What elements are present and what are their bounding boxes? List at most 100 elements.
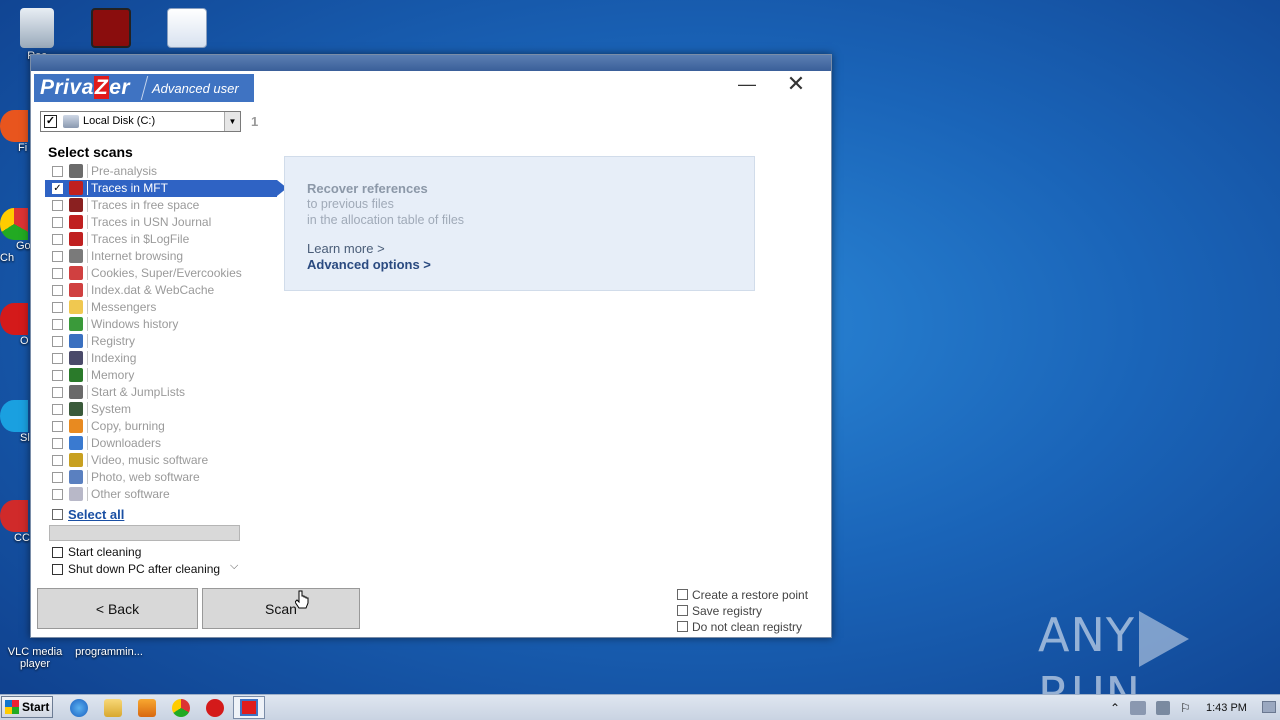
start-button[interactable]: Start: [1, 696, 53, 718]
scan-divider: [87, 334, 88, 348]
internet-explorer-icon[interactable]: [70, 699, 88, 717]
scan-checkbox[interactable]: [52, 217, 63, 228]
shutdown-checkbox[interactable]: [52, 564, 63, 575]
skype-shortcut-icon[interactable]: Sl: [0, 400, 30, 444]
scan-item[interactable]: Index.dat & WebCache: [45, 282, 277, 299]
restore-point-checkbox[interactable]: [677, 589, 688, 600]
scan-checkbox[interactable]: ✓: [52, 183, 63, 194]
scan-checkbox[interactable]: [52, 455, 63, 466]
scan-checkbox[interactable]: [52, 370, 63, 381]
scan-item[interactable]: Indexing: [45, 350, 277, 367]
scan-item[interactable]: ✓ Traces in MFT: [45, 180, 287, 197]
start-label: Start: [22, 700, 50, 714]
scan-checkbox[interactable]: [52, 489, 63, 500]
scan-checkbox[interactable]: [52, 472, 63, 483]
start-cleaning-checkbox[interactable]: [52, 547, 63, 558]
chevron-down-icon[interactable]: ⌵: [230, 560, 238, 573]
drive-checkbox[interactable]: ✓: [44, 115, 57, 128]
no-clean-registry-checkbox[interactable]: [677, 621, 688, 632]
show-hidden-icons-icon[interactable]: ⌃: [1110, 701, 1120, 715]
privazer-taskbar-button[interactable]: [233, 696, 265, 719]
scan-item[interactable]: Registry: [45, 333, 277, 350]
drive-select[interactable]: ✓ Local Disk (C:) ▼: [40, 111, 241, 132]
chevron-down-icon[interactable]: ▼: [224, 112, 240, 131]
scan-item[interactable]: Other software: [45, 486, 277, 503]
select-all-checkbox[interactable]: [52, 509, 63, 520]
scan-item[interactable]: Traces in free space: [45, 197, 277, 214]
scan-label: Copy, burning: [91, 419, 165, 433]
scan-label: Pre-analysis: [91, 164, 158, 178]
taskbar: Start ⌃ ⚐ 1:43 PM: [0, 694, 1280, 720]
scan-checkbox[interactable]: [52, 353, 63, 364]
scan-checkbox[interactable]: [52, 387, 63, 398]
scan-item[interactable]: Copy, burning: [45, 418, 277, 435]
back-button[interactable]: < Back: [37, 588, 198, 629]
save-registry-checkbox[interactable]: [677, 605, 688, 616]
scan-item[interactable]: Messengers: [45, 299, 277, 316]
scan-checkbox[interactable]: [52, 285, 63, 296]
scan-checkbox[interactable]: [52, 421, 63, 432]
scan-checkbox[interactable]: [52, 166, 63, 177]
word-document-icon[interactable]: [152, 8, 222, 50]
logo-part-2: er: [109, 76, 131, 99]
chrome-shortcut-icon[interactable]: Go Ch: [0, 208, 31, 264]
app-brand-banner: PrivaZer Advanced user: [34, 74, 254, 102]
scan-checkbox[interactable]: [52, 336, 63, 347]
chrome-icon[interactable]: [172, 699, 190, 717]
privazer-window: PrivaZer Advanced user — ✕ ✓ Local Disk …: [30, 54, 832, 638]
opera-shortcut-icon[interactable]: O: [0, 303, 30, 347]
scan-item[interactable]: Video, music software: [45, 452, 277, 469]
start-cleaning-label: Start cleaning: [68, 545, 142, 559]
network-icon[interactable]: [1130, 701, 1146, 715]
scan-button[interactable]: Scan: [202, 588, 360, 629]
logfile-icon: [69, 232, 83, 246]
flame-icon: [69, 419, 83, 433]
taskbar-clock[interactable]: 1:43 PM: [1206, 702, 1247, 714]
scan-item[interactable]: Cookies, Super/Evercookies: [45, 265, 277, 282]
scan-checkbox[interactable]: [52, 234, 63, 245]
media-player-icon[interactable]: [138, 699, 156, 717]
show-desktop-button[interactable]: [1262, 701, 1276, 713]
ccleaner-shortcut-icon[interactable]: CC: [0, 500, 30, 544]
scan-item[interactable]: Windows history: [45, 316, 277, 333]
scan-checkbox[interactable]: [52, 268, 63, 279]
edge-label-1: Fi: [18, 142, 28, 154]
scan-item[interactable]: System: [45, 401, 277, 418]
scan-item[interactable]: Photo, web software: [45, 469, 277, 486]
play-logo-icon: [1138, 610, 1189, 667]
file-explorer-icon[interactable]: [104, 699, 122, 717]
clock-icon: [69, 317, 83, 331]
scan-divider: [87, 487, 88, 501]
firefox-shortcut-icon[interactable]: Fi: [0, 110, 30, 154]
edge-label-5: CC: [14, 532, 30, 544]
window-titlebar[interactable]: [31, 55, 831, 71]
scan-item[interactable]: Traces in $LogFile: [45, 231, 277, 248]
scan-item[interactable]: Pre-analysis: [45, 163, 277, 180]
scan-checkbox[interactable]: [52, 319, 63, 330]
learn-more-link[interactable]: Learn more >: [307, 241, 385, 256]
close-button[interactable]: ✕: [776, 73, 816, 95]
scan-checkbox[interactable]: [52, 251, 63, 262]
user-mode-label[interactable]: Advanced user: [152, 81, 239, 96]
scan-item[interactable]: Downloaders: [45, 435, 277, 452]
action-center-flag-icon[interactable]: ⚐: [1180, 701, 1191, 715]
advanced-options-link[interactable]: Advanced options >: [307, 257, 431, 272]
scan-item[interactable]: Start & JumpLists: [45, 384, 277, 401]
scan-divider: [87, 317, 88, 331]
minimize-button[interactable]: —: [727, 73, 767, 95]
scan-item[interactable]: Traces in USN Journal: [45, 214, 277, 231]
scan-checkbox[interactable]: [52, 404, 63, 415]
scan-item[interactable]: Internet browsing: [45, 248, 277, 265]
scan-divider: [87, 232, 88, 246]
scan-label: Traces in MFT: [91, 181, 168, 195]
scan-checkbox[interactable]: [52, 302, 63, 313]
acrobat-shortcut-icon[interactable]: [76, 8, 146, 50]
volume-icon[interactable]: [1156, 701, 1170, 715]
opera-icon[interactable]: [206, 699, 224, 717]
info-title: Recover references: [307, 181, 428, 196]
select-all-link[interactable]: Select all: [68, 507, 124, 522]
scan-checkbox[interactable]: [52, 438, 63, 449]
scan-divider: [87, 283, 88, 297]
scan-checkbox[interactable]: [52, 200, 63, 211]
scan-item[interactable]: Memory: [45, 367, 277, 384]
